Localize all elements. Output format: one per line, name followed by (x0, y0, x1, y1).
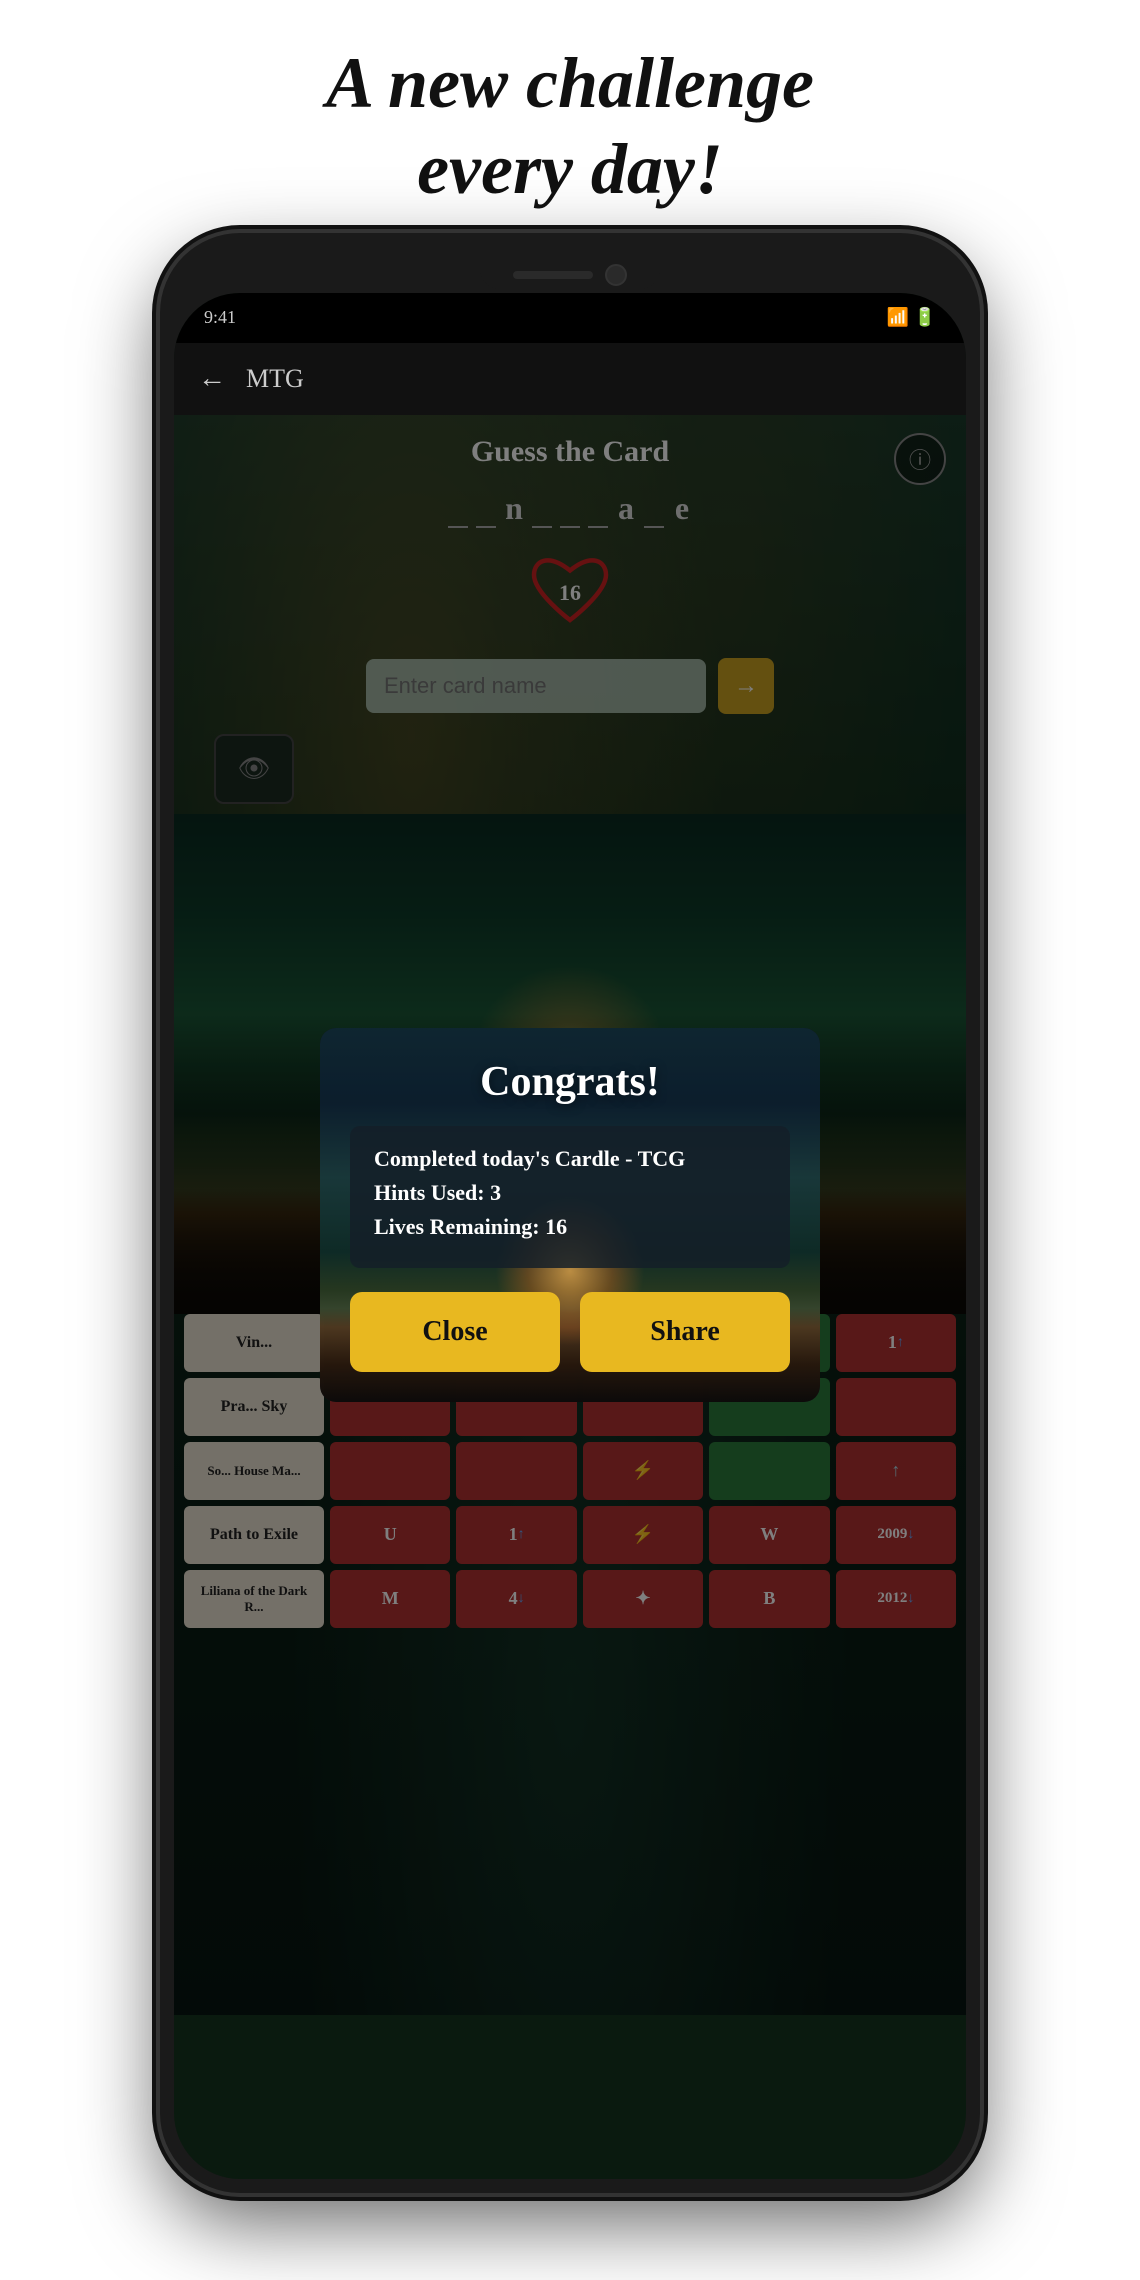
status-bar: 9:41 📶 🔋 (174, 293, 966, 343)
modal-stat-1: Completed today's Cardle - TCG (374, 1146, 766, 1172)
phone-device: 9:41 📶 🔋 ← MTG ⓘ Guess the Card (160, 233, 980, 2193)
app-header: ← MTG (174, 343, 966, 415)
congrats-modal: Congrats! Completed today's Cardle - TCG… (320, 1028, 820, 1402)
camera (605, 264, 627, 286)
modal-overlay: Congrats! Completed today's Cardle - TCG… (174, 415, 966, 2015)
app-title-label: MTG (246, 364, 304, 394)
modal-stat-2: Hints Used: 3 (374, 1180, 766, 1206)
status-icons: 📶 🔋 (887, 307, 936, 328)
modal-title: Congrats! (350, 1058, 790, 1106)
phone-shell: 9:41 📶 🔋 ← MTG ⓘ Guess the Card (160, 233, 980, 2193)
status-time: 9:41 (204, 307, 236, 328)
modal-content: Congrats! Completed today's Cardle - TCG… (350, 1058, 790, 1372)
modal-stat-3: Lives Remaining: 16 (374, 1214, 766, 1240)
close-button[interactable]: Close (350, 1292, 560, 1372)
modal-buttons: Close Share (350, 1292, 790, 1372)
game-area: ⓘ Guess the Card n a e (174, 415, 966, 2015)
back-button[interactable]: ← (198, 363, 226, 395)
phone-screen: 9:41 📶 🔋 ← MTG ⓘ Guess the Card (174, 293, 966, 2179)
modal-stats: Completed today's Cardle - TCG Hints Use… (350, 1126, 790, 1268)
phone-notch (480, 261, 660, 289)
tagline-line2: every day! (417, 129, 723, 209)
speaker (513, 271, 593, 279)
tagline-line1: A new challenge (326, 43, 814, 123)
tagline: A new challenge every day! (0, 0, 1140, 233)
share-button[interactable]: Share (580, 1292, 790, 1372)
